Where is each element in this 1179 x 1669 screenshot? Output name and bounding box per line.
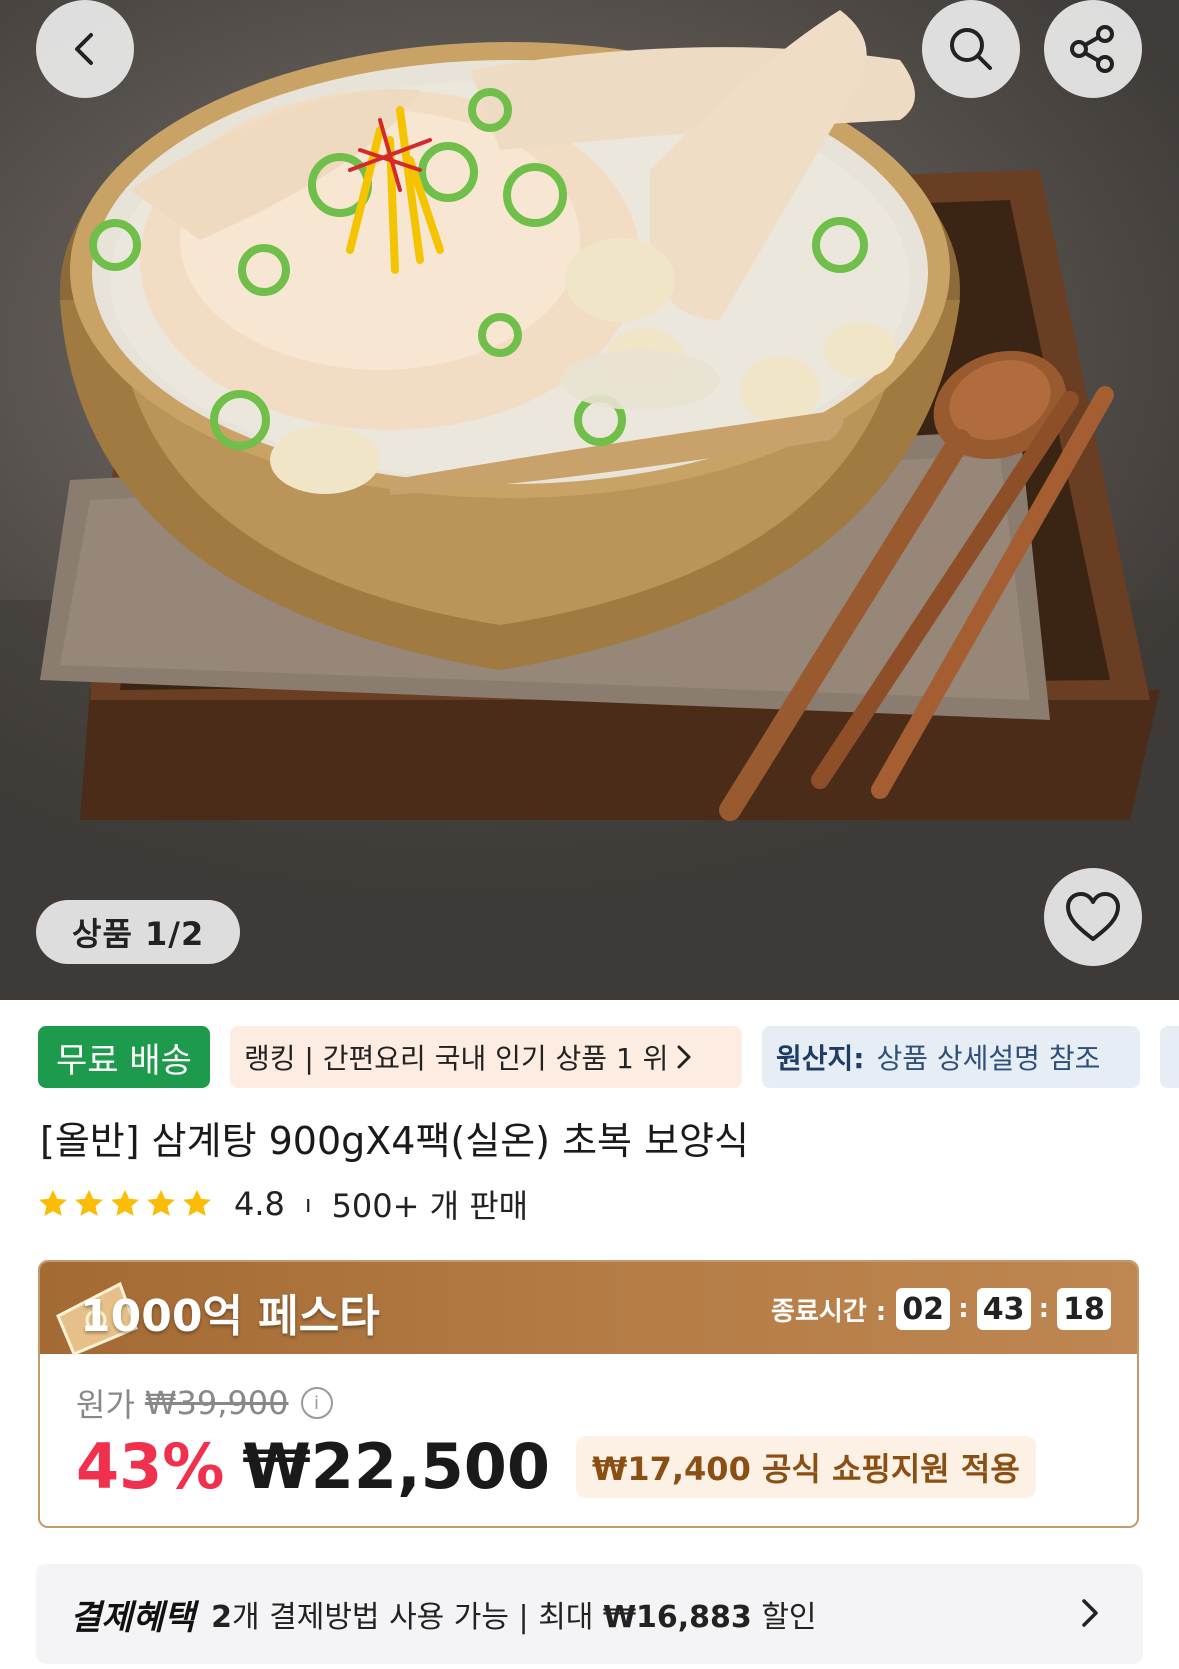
- search-button[interactable]: [922, 0, 1020, 98]
- sale-price: ₩22,500: [242, 1430, 551, 1503]
- free-shipping-badge: 무료 배송: [38, 1026, 210, 1088]
- origin-badge: 원산지: 상품 상세설명 참조: [762, 1026, 1140, 1088]
- payment-text-end: 할인: [751, 1600, 817, 1635]
- payment-method-count: 2: [211, 1600, 232, 1635]
- origin-value: 상품 상세설명 참조: [876, 1042, 1101, 1075]
- original-price: ₩39,900: [144, 1384, 289, 1422]
- star-icon: [75, 1189, 103, 1216]
- discount-percent: 43%: [76, 1430, 225, 1503]
- chevron-left-icon: [75, 33, 93, 65]
- promo-header: 1000억 페스타 종료시간 : 02 : 43 : 18: [40, 1262, 1137, 1356]
- star-icon: [147, 1189, 175, 1216]
- timer-label: 종료시간 :: [771, 1296, 887, 1327]
- search-icon: [950, 28, 992, 70]
- payment-text-mid: 개 결제방법 사용 가능 | 최대: [232, 1600, 603, 1635]
- share-button[interactable]: [1044, 0, 1142, 98]
- countdown-timer: 종료시간 : 02 : 43 : 18: [771, 1288, 1111, 1330]
- payment-benefits-label: 결제혜택: [70, 1597, 196, 1638]
- rating-row[interactable]: 4.8 ı 500+ 개 판매: [36, 1180, 528, 1228]
- free-shipping-label: 무료 배송: [56, 1040, 192, 1081]
- timer-colon: :: [1038, 1294, 1049, 1324]
- product-tags: 무료 배송 랭킹 | 간편요리 국내 인기 상품 1 위 원산지: 상품 상세설…: [0, 1026, 1179, 1088]
- star-icon: [39, 1189, 67, 1216]
- chevron-right-icon: [677, 1045, 691, 1069]
- ranking-label: 랭킹 | 간편요리 국내 인기 상품 1 위: [244, 1042, 669, 1075]
- share-icon: [1070, 25, 1114, 73]
- info-icon[interactable]: i: [300, 1387, 333, 1419]
- sale-price-row: 43% ₩22,500 ₩17,400 공식 쇼핑지원 적용: [76, 1430, 1036, 1503]
- shopping-support-badge: ₩17,400 공식 쇼핑지원 적용: [576, 1435, 1036, 1498]
- rating-separator: ı: [304, 1190, 312, 1218]
- image-counter-text: 상품 1/2: [72, 915, 205, 953]
- rating-value: 4.8: [234, 1185, 285, 1223]
- sold-count: 500+ 개 판매: [331, 1187, 529, 1225]
- image-counter: 상품 1/2: [36, 900, 241, 964]
- star-icon: [111, 1189, 139, 1216]
- star-rating: [36, 1187, 214, 1221]
- origin-label: 원산지:: [776, 1042, 865, 1075]
- back-button[interactable]: [36, 0, 134, 98]
- payment-benefits-row[interactable]: 결제혜택 2개 결제방법 사용 가능 | 최대 ₩16,883 할인: [36, 1564, 1143, 1664]
- product-image-gallery[interactable]: 상품 1/2: [0, 0, 1179, 1000]
- product-photo-samgyetang: [0, 10, 1179, 1000]
- heart-icon: [1066, 892, 1120, 941]
- product-title: [올반] 삼계탕 900gX4팩(실온) 초복 보양식: [40, 1119, 749, 1163]
- payment-benefits-text: 2개 결제방법 사용 가능 | 최대 ₩16,883 할인: [211, 1592, 816, 1636]
- more-tag-badge: [1160, 1026, 1179, 1088]
- payment-max-discount: ₩16,883: [602, 1600, 752, 1635]
- wishlist-button[interactable]: [1044, 868, 1142, 966]
- timer-seconds: 18: [1057, 1288, 1111, 1330]
- chevron-right-icon: [1082, 1599, 1098, 1627]
- star-icon: [183, 1189, 211, 1216]
- promo-title: 1000억 페스타: [80, 1291, 380, 1342]
- original-price-row: 원가 ₩39,900 i: [76, 1380, 333, 1426]
- timer-hours: 02: [896, 1288, 951, 1330]
- timer-minutes: 43: [976, 1288, 1031, 1330]
- timer-colon: :: [958, 1294, 969, 1324]
- original-price-label: 원가: [76, 1386, 135, 1424]
- promo-price-box: 1000억 페스타 종료시간 : 02 : 43 : 18 원가 ₩39,900…: [38, 1260, 1139, 1528]
- ranking-badge[interactable]: 랭킹 | 간편요리 국내 인기 상품 1 위: [230, 1026, 742, 1088]
